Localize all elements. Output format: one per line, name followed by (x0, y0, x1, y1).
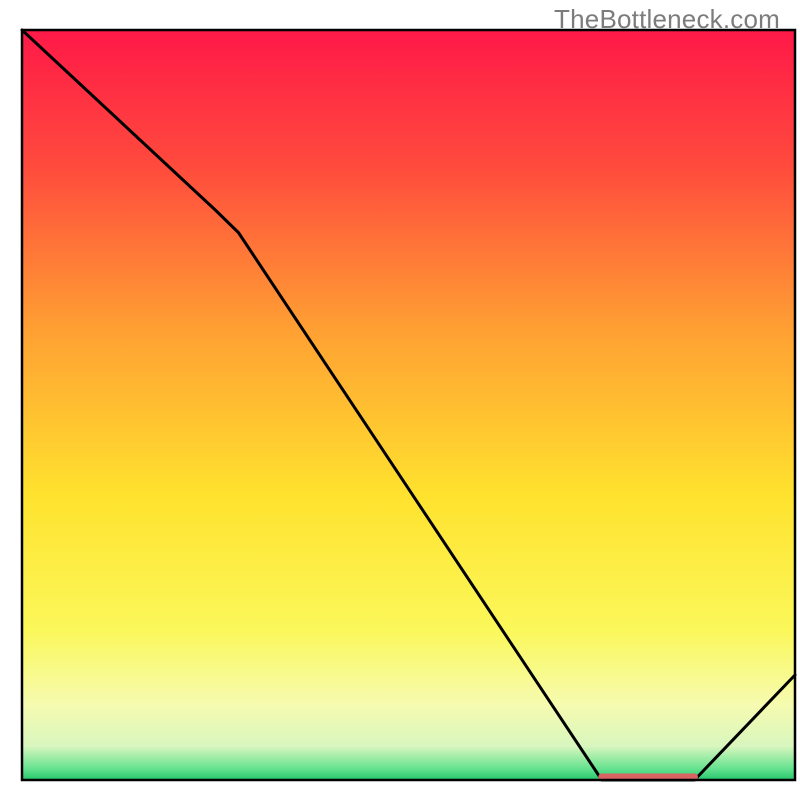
plot-area (22, 30, 795, 780)
bottleneck-chart (0, 0, 800, 800)
chart-stage: TheBottleneck.com (0, 0, 800, 800)
